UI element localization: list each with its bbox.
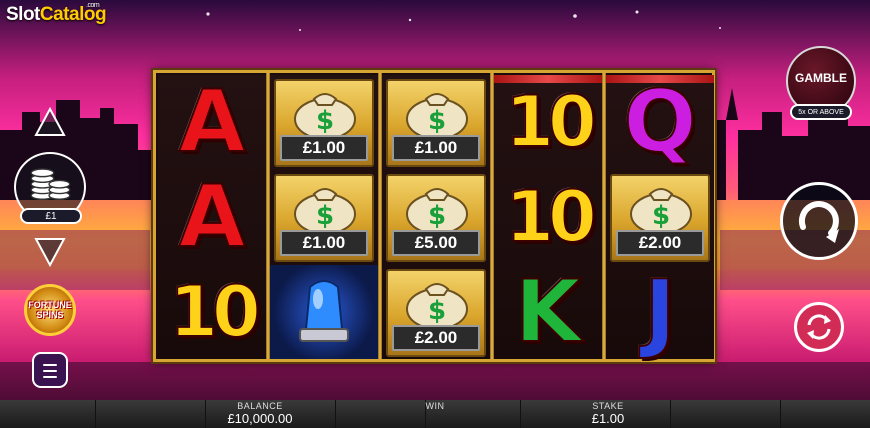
fortune-spins-button[interactable]: FORTUNE SPINS bbox=[24, 284, 76, 336]
money-bag-icon: $ bbox=[406, 93, 468, 140]
money-bag-symbol: $ £1.00 bbox=[386, 79, 486, 167]
symbol-j: J bbox=[643, 262, 677, 362]
svg-text:$: $ bbox=[316, 201, 334, 231]
stake-value: £1.00 bbox=[591, 411, 625, 426]
gamble-button[interactable]: GAMBLE 5x OR ABOVE bbox=[786, 46, 858, 122]
money-value: £1.00 bbox=[392, 135, 480, 161]
balance-value: £10,000.00 bbox=[227, 411, 293, 426]
money-bag-symbol: $ £1.00 bbox=[274, 174, 374, 262]
menu-icon-line bbox=[43, 370, 57, 372]
money-value: £1.00 bbox=[280, 135, 368, 161]
menu-icon-line bbox=[43, 376, 57, 378]
balance-label: BALANCE bbox=[237, 401, 283, 411]
symbol-q: Q bbox=[622, 72, 697, 172]
symbol-10: 10 bbox=[168, 271, 261, 353]
symbol-10: 10 bbox=[504, 81, 597, 163]
win-display: WIN bbox=[405, 401, 465, 411]
gamble-label: GAMBLE bbox=[795, 71, 847, 85]
stake-display: STAKE £1.00 bbox=[570, 401, 646, 426]
money-bag-symbol: $ £5.00 bbox=[386, 174, 486, 262]
reel-3: $ £1.00 $ £5.00 $ £2.00 bbox=[382, 75, 490, 359]
fortune-label-1: FORTUNE bbox=[28, 300, 72, 310]
autoplay-button[interactable] bbox=[794, 302, 844, 352]
svg-text:$: $ bbox=[428, 201, 446, 231]
reels-frame: A A 10 $ £1.00 $ £1.00 $ £1.00 $ £5.00 $… bbox=[153, 70, 715, 362]
money-bag-symbol: $ £2.00 bbox=[386, 269, 486, 357]
money-value: £1.00 bbox=[280, 230, 368, 256]
symbol-a: A bbox=[178, 72, 247, 172]
money-bag-icon: $ bbox=[294, 93, 356, 140]
menu-button[interactable] bbox=[32, 352, 68, 388]
win-label: WIN bbox=[425, 401, 445, 411]
money-bag-icon: $ bbox=[406, 188, 468, 235]
stake-label: STAKE bbox=[592, 401, 624, 411]
money-bag-icon: $ bbox=[406, 283, 468, 330]
floor-tile bbox=[670, 400, 781, 428]
menu-icon bbox=[43, 364, 57, 366]
svg-text:$: $ bbox=[428, 106, 446, 136]
svg-text:$: $ bbox=[428, 296, 446, 326]
money-bag-icon: $ bbox=[294, 188, 356, 235]
money-bag-icon: $ bbox=[630, 188, 692, 235]
fortune-label-2: SPINS bbox=[36, 310, 64, 320]
reel-1: A A 10 bbox=[158, 75, 266, 359]
watermark-part1: Slot bbox=[6, 4, 40, 25]
symbol-k: K bbox=[514, 262, 583, 362]
stake-down-arrow-icon[interactable] bbox=[34, 236, 66, 268]
stake-value-pill: £1 bbox=[20, 208, 82, 224]
money-value: £5.00 bbox=[392, 230, 480, 256]
svg-text:$: $ bbox=[316, 106, 334, 136]
siren-icon bbox=[299, 280, 349, 342]
spin-icon bbox=[798, 201, 839, 243]
money-bag-symbol: $ £2.00 bbox=[610, 174, 710, 262]
stake-up-arrow-icon[interactable] bbox=[34, 106, 66, 138]
reel-4: 10 10 K bbox=[494, 75, 602, 359]
floor-tile bbox=[95, 400, 206, 428]
symbol-a: A bbox=[178, 167, 247, 267]
watermark-suffix: .com bbox=[86, 2, 100, 9]
slotcatalog-watermark: SlotCatalog .com bbox=[6, 2, 107, 26]
reel-2: $ £1.00 $ £1.00 bbox=[270, 75, 378, 359]
money-value: £2.00 bbox=[616, 230, 704, 256]
money-value: £2.00 bbox=[392, 325, 480, 351]
symbol-10: 10 bbox=[504, 176, 597, 258]
svg-text:$: $ bbox=[652, 201, 670, 231]
autoplay-icon bbox=[807, 314, 831, 340]
balance-display: BALANCE £10,000.00 bbox=[210, 401, 310, 426]
floor-tile bbox=[0, 400, 96, 428]
gamble-condition: 5x OR ABOVE bbox=[790, 104, 852, 120]
siren-symbol bbox=[270, 265, 378, 359]
money-bag-symbol: $ £1.00 bbox=[274, 79, 374, 167]
spin-button[interactable] bbox=[780, 182, 858, 260]
reel-5: Q $ £2.00 J bbox=[606, 75, 714, 359]
